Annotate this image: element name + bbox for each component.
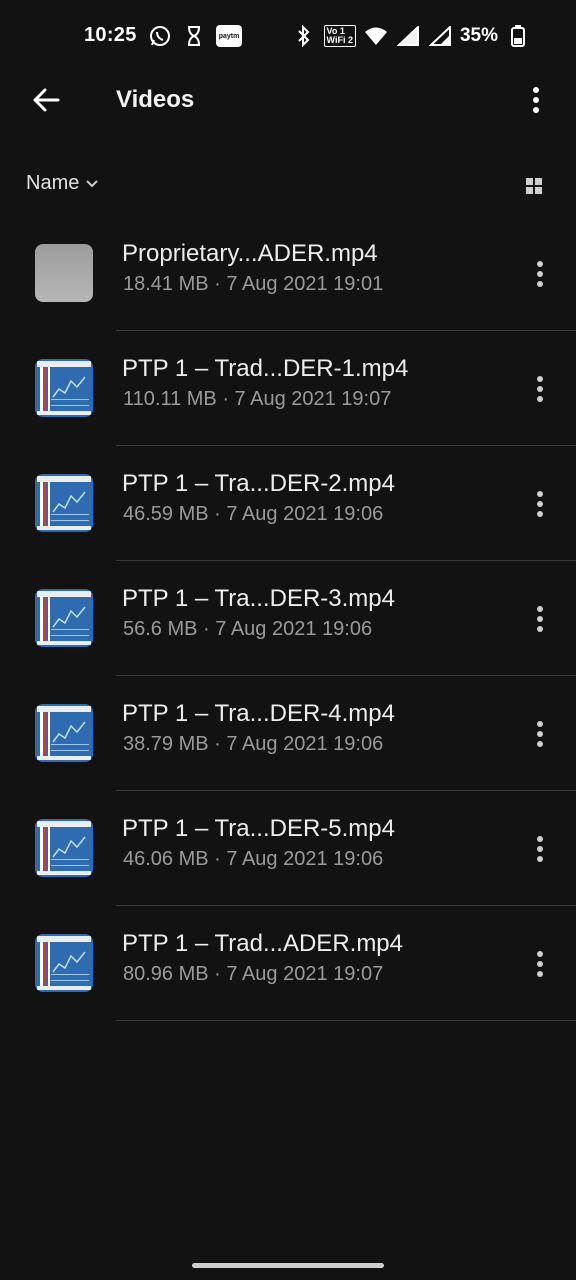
app-bar: Videos <box>0 74 576 130</box>
chevron-down-icon <box>86 179 99 187</box>
video-thumbnail <box>35 819 93 877</box>
status-time: 10:25 <box>84 24 137 46</box>
file-meta: 110.11 MB · 7 Aug 2021 19:07 <box>123 388 392 410</box>
video-thumbnail <box>35 589 93 647</box>
gesture-nav-handle[interactable] <box>192 1263 384 1268</box>
more-vert-icon <box>537 606 543 632</box>
divider <box>116 1020 576 1021</box>
more-vert-icon <box>537 951 543 977</box>
arrow-back-icon <box>33 88 60 112</box>
hourglass-icon <box>182 24 206 48</box>
file-name: PTP 1 – Trad...DER-1.mp4 <box>122 355 409 382</box>
more-vert-icon <box>537 491 543 517</box>
file-options-button[interactable] <box>524 599 556 639</box>
more-vert-icon <box>533 87 539 113</box>
back-button[interactable] <box>26 80 66 120</box>
signal-icon <box>396 24 420 48</box>
whatsapp-icon <box>148 24 172 48</box>
file-options-button[interactable] <box>524 484 556 524</box>
video-thumbnail <box>35 934 93 992</box>
bluetooth-icon <box>292 24 316 48</box>
file-list-item[interactable]: PTP 1 – Trad...DER-1.mp4 110.11 MB · 7 Au… <box>0 331 576 446</box>
file-meta: 18.41 MB · 7 Aug 2021 19:01 <box>123 273 384 295</box>
file-list-item[interactable]: PTP 1 – Tra...DER-2.mp4 46.59 MB · 7 Aug … <box>0 446 576 561</box>
battery-percent: 35% <box>459 25 498 46</box>
grid-view-icon <box>526 178 542 194</box>
file-list-item[interactable]: PTP 1 – Tra...DER-5.mp4 46.06 MB · 7 Aug … <box>0 791 576 906</box>
file-list-item[interactable]: Proprietary...ADER.mp4 18.41 MB · 7 Aug 2… <box>0 216 576 331</box>
more-vert-icon <box>537 721 543 747</box>
file-options-button[interactable] <box>524 944 556 984</box>
file-options-button[interactable] <box>524 714 556 754</box>
video-thumbnail <box>35 704 93 762</box>
status-right-icons: Vo 1 WiFi 2 35% <box>292 24 530 48</box>
file-list-item[interactable]: PTP 1 – Trad...ADER.mp4 80.96 MB · 7 Aug … <box>0 906 576 1021</box>
video-thumbnail <box>35 244 93 302</box>
file-list: Proprietary...ADER.mp4 18.41 MB · 7 Aug 2… <box>0 216 576 1021</box>
file-meta: 56.6 MB · 7 Aug 2021 19:06 <box>123 618 373 640</box>
more-options-button[interactable] <box>516 80 556 120</box>
more-vert-icon <box>537 836 543 862</box>
file-name: PTP 1 – Trad...ADER.mp4 <box>122 930 404 957</box>
status-left-icons: paytm <box>148 24 242 48</box>
file-meta: 38.79 MB · 7 Aug 2021 19:06 <box>123 733 384 755</box>
paytm-icon: paytm <box>216 25 242 47</box>
sort-bar: Name <box>0 166 576 206</box>
file-meta: 80.96 MB · 7 Aug 2021 19:07 <box>123 963 384 985</box>
file-name: PTP 1 – Tra...DER-4.mp4 <box>122 700 395 727</box>
more-vert-icon <box>537 376 543 402</box>
page-title: Videos <box>116 86 195 113</box>
file-name: PTP 1 – Tra...DER-2.mp4 <box>122 470 395 497</box>
wifi-icon <box>364 24 388 48</box>
file-options-button[interactable] <box>524 369 556 409</box>
file-options-button[interactable] <box>524 254 556 294</box>
status-bar: 10:25 paytm Vo 1 WiFi 2 35% <box>0 0 576 74</box>
file-name: PTP 1 – Tra...DER-5.mp4 <box>122 815 395 842</box>
signal-icon <box>428 24 452 48</box>
file-name: Proprietary...ADER.mp4 <box>122 240 378 267</box>
file-name: PTP 1 – Tra...DER-3.mp4 <box>122 585 395 612</box>
sort-by-button[interactable]: Name <box>26 172 99 195</box>
file-meta: 46.06 MB · 7 Aug 2021 19:06 <box>123 848 384 870</box>
file-meta: 46.59 MB · 7 Aug 2021 19:06 <box>123 503 384 525</box>
battery-icon <box>506 24 530 48</box>
grid-view-button[interactable] <box>522 174 546 198</box>
file-options-button[interactable] <box>524 829 556 869</box>
volte-wifi-icon: Vo 1 WiFi 2 <box>323 25 356 47</box>
video-thumbnail <box>35 474 93 532</box>
file-list-item[interactable]: PTP 1 – Tra...DER-4.mp4 38.79 MB · 7 Aug … <box>0 676 576 791</box>
video-thumbnail <box>35 359 93 417</box>
more-vert-icon <box>537 261 543 287</box>
file-list-item[interactable]: PTP 1 – Tra...DER-3.mp4 56.6 MB · 7 Aug 2… <box>0 561 576 676</box>
sort-label: Name <box>26 172 80 194</box>
